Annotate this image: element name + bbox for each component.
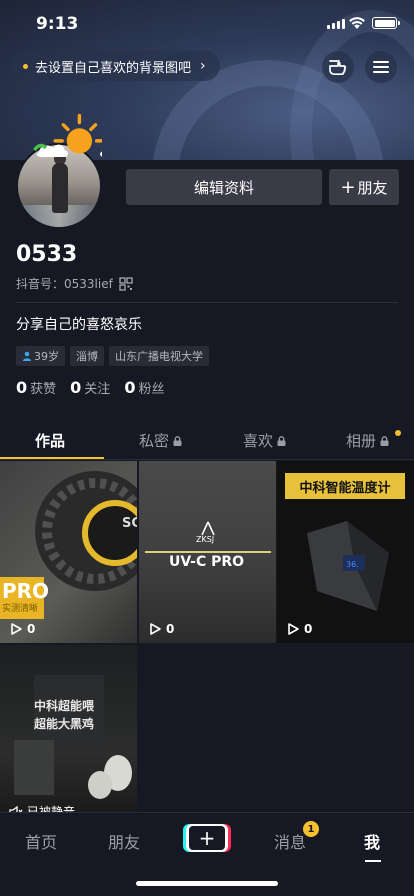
battery-icon — [372, 17, 400, 29]
tab-label: 私密 — [139, 432, 170, 450]
create-post-button[interactable]: + — [183, 824, 231, 852]
play-count: 0 — [148, 622, 174, 636]
play-count-value: 0 — [166, 622, 175, 636]
tab-works[interactable]: 作品 — [35, 430, 65, 451]
thumbnail-subtext: 实测清晰 — [2, 604, 39, 614]
avatar-area[interactable] — [14, 113, 106, 233]
nav-home[interactable]: 首页 — [25, 829, 57, 853]
play-count-value: 0 — [27, 622, 36, 636]
content-tabs: 作品 私密 喜欢 相册 — [0, 424, 414, 460]
stat-label: 粉丝 — [138, 382, 165, 397]
thumbnail-side-text: SC — [122, 516, 137, 531]
plus-icon: + — [189, 826, 225, 850]
thumbnail-text: PRO — [2, 579, 50, 603]
stat-count: 0 — [70, 378, 82, 397]
play-icon — [150, 623, 161, 635]
video-tile[interactable]: ZKSJ UV-C PRO 0 — [139, 461, 276, 643]
chevron-right-icon: › — [200, 58, 206, 74]
edit-profile-button[interactable]: 编辑资料 — [126, 169, 322, 205]
thumbnail-text-line1: 中科超能喂 — [34, 699, 95, 713]
play-count: 0 — [286, 622, 312, 636]
video-tile[interactable]: 中科智能温度计 36. 0 — [277, 461, 414, 643]
person-icon — [23, 351, 31, 361]
add-friend-label: 朋友 — [357, 178, 388, 197]
tab-label: 相册 — [346, 432, 377, 450]
set-background-tip[interactable]: 去设置自己喜欢的背景图吧 › — [11, 51, 220, 81]
douyin-id: 抖音号：0533lief — [16, 277, 113, 291]
stat-label: 获赞 — [30, 382, 57, 397]
avatar-figure — [52, 163, 68, 213]
nickname: 0533 — [16, 242, 78, 267]
thumbnail-text-line2: 超能大黑鸡 — [34, 717, 95, 731]
stat-count: 0 — [16, 378, 28, 397]
menu-button[interactable] — [365, 51, 397, 83]
stat-count: 0 — [124, 378, 136, 397]
plus-icon: + — [340, 176, 356, 198]
tag-label: 山东广播电视大学 — [115, 350, 203, 363]
stat-followers[interactable]: 0 粉丝 — [124, 378, 164, 397]
qr-code-icon[interactable] — [119, 276, 133, 291]
divider — [16, 302, 398, 303]
tag-school: 山东广播电视大学 — [109, 346, 209, 366]
tip-dot — [23, 63, 28, 69]
tag-label: 39岁 — [34, 350, 59, 363]
nav-messages[interactable]: 消息 — [274, 829, 306, 853]
play-count-value: 0 — [304, 622, 313, 636]
tag-city: 淄博 — [70, 346, 104, 366]
hamburger-menu-icon — [373, 61, 389, 73]
tab-label: 作品 — [35, 432, 66, 450]
tab-private[interactable]: 私密 — [139, 430, 182, 451]
stat-likes[interactable]: 0 获赞 — [16, 378, 56, 397]
edit-profile-label: 编辑资料 — [193, 178, 254, 197]
nav-friends[interactable]: 朋友 — [108, 829, 140, 853]
video-tile[interactable]: 中科超能喂 超能大黑鸡 已被静音 — [0, 645, 137, 827]
play-icon — [11, 623, 22, 635]
lock-icon — [380, 435, 389, 446]
profile-tags: 39岁 淄博 山东广播电视大学 — [16, 346, 209, 366]
home-indicator[interactable] — [136, 881, 278, 886]
tab-label: 喜欢 — [243, 432, 274, 450]
status-bar: 9:13 — [0, 0, 414, 48]
thumbnail-text: UV-C PRO — [169, 554, 245, 570]
sun-pendant-icon — [33, 113, 102, 157]
add-friend-button[interactable]: + 朋友 — [329, 169, 399, 205]
messages-badge: 1 — [303, 821, 319, 837]
thermometer-product-thumbnail: 36. — [307, 521, 389, 611]
pointing-hand-icon — [329, 60, 347, 76]
active-nav-indicator — [365, 860, 381, 862]
thumbnail-line — [145, 551, 271, 553]
set-background-tip-label: 去设置自己喜欢的背景图吧 — [35, 60, 192, 76]
gear-product-thumbnail — [0, 471, 137, 619]
lock-icon — [277, 435, 286, 446]
cellular-signal-icon — [327, 19, 345, 29]
play-icon — [288, 623, 299, 635]
tab-likes[interactable]: 喜欢 — [243, 430, 286, 451]
tag-age: 39岁 — [16, 346, 65, 366]
lock-icon — [173, 435, 182, 446]
status-time: 9:13 — [36, 14, 79, 34]
wifi-icon — [349, 17, 365, 29]
play-count: 0 — [9, 622, 35, 636]
active-tab-indicator — [0, 457, 104, 459]
bottom-nav: 首页 朋友 + 消息 1 我 — [0, 812, 414, 896]
douyin-id-row: 抖音号：0533lief — [16, 275, 133, 292]
video-tile[interactable]: SC PRO 实测清晰 0 — [0, 461, 137, 643]
stat-following[interactable]: 0 关注 — [70, 378, 110, 397]
tag-label: 淄博 — [76, 350, 98, 363]
stat-label: 关注 — [84, 382, 111, 397]
tab-album[interactable]: 相册 — [346, 430, 389, 451]
visitor-hand-button[interactable] — [322, 51, 354, 83]
thumbnail-brand: ZKSJ — [196, 535, 215, 544]
nav-me[interactable]: 我 — [364, 829, 380, 853]
new-content-dot — [395, 430, 401, 436]
svg-text:36.: 36. — [346, 560, 359, 569]
profile-stats: 0 获赞 0 关注 0 粉丝 — [16, 378, 164, 397]
signature: 分享自己的喜怒哀乐 — [16, 317, 142, 333]
